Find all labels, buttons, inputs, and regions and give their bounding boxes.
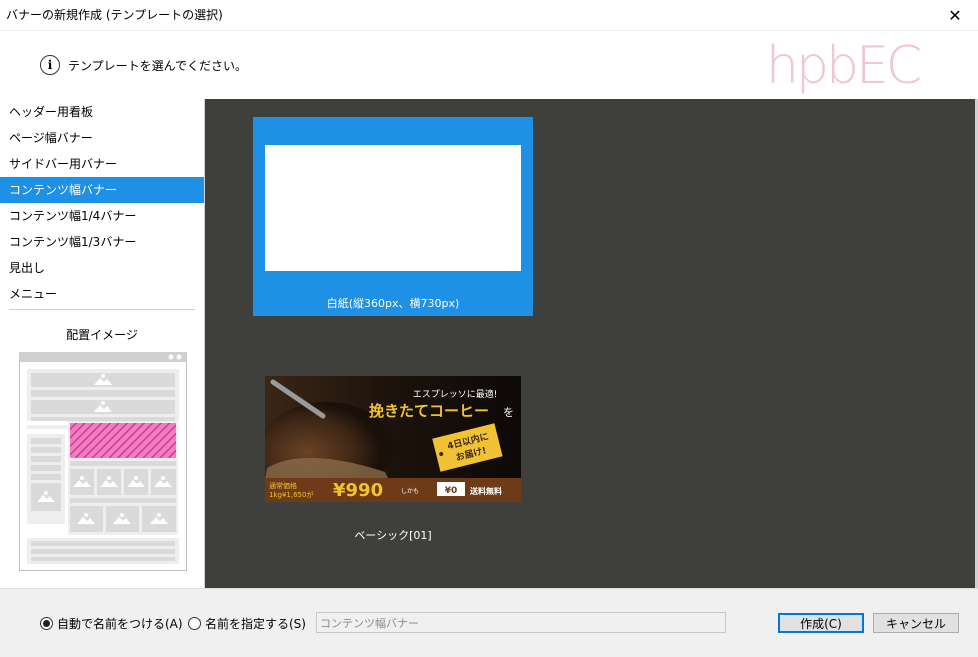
cancel-button[interactable]: キャンセル [873, 613, 959, 633]
category-heading[interactable]: 見出し [0, 255, 204, 281]
svg-text:送料無料: 送料無料 [469, 486, 502, 496]
svg-text:エスプレッソに最適!: エスプレッソに最適! [413, 388, 498, 400]
svg-text:を: を [503, 406, 514, 419]
radio-auto-name-label: 自動で名前をつける(A) [57, 617, 183, 631]
title-bar: バナーの新規作成 (テンプレートの選択) ✕ [0, 0, 978, 30]
hpbec-logo: hpbEC [766, 36, 923, 96]
window-title: バナーの新規作成 (テンプレートの選択) [6, 8, 223, 22]
category-content-width-banner[interactable]: コンテンツ幅バナー [0, 177, 204, 203]
category-header-sign[interactable]: ヘッダー用看板 [0, 99, 204, 125]
instruction-message: テンプレートを選んでください。 [68, 59, 248, 73]
radio-manual-name[interactable]: 名前を指定する(S) [188, 615, 306, 632]
banner-name-input[interactable] [316, 612, 726, 633]
svg-text:通常価格: 通常価格 [269, 481, 297, 490]
svg-text:しかも: しかも [401, 488, 419, 495]
create-button[interactable]: 作成(C) [778, 613, 864, 633]
category-content-quarter-banner[interactable]: コンテンツ幅1/4バナー [0, 203, 204, 229]
svg-text:¥990: ¥990 [333, 480, 383, 501]
svg-text:hpbEC: hpbEC [766, 36, 920, 96]
svg-text:挽きたてコーヒー: 挽きたてコーヒー [369, 402, 489, 420]
svg-text:1kg¥1,650が: 1kg¥1,650が [269, 490, 313, 499]
template-blank-label: 白紙(縦360px、横730px) [326, 297, 460, 310]
svg-text:¥0: ¥0 [445, 486, 458, 496]
radio-auto-name[interactable]: 自動で名前をつける(A) [40, 615, 183, 632]
close-icon[interactable]: ✕ [932, 0, 978, 30]
radio-manual-name-indicator[interactable] [188, 617, 201, 630]
template-basic-01-label: ベーシック[01] [354, 529, 432, 542]
template-blank[interactable]: 白紙(縦360px、横730px) [253, 117, 533, 316]
template-basic-01[interactable]: エスプレッソに最適! 挽きたてコーヒー を 4日以内に お届け! 通常価格 1k… [265, 376, 521, 502]
layout-image-title: 配置イメージ [66, 328, 138, 342]
info-icon: i [40, 55, 60, 75]
template-gallery: 白紙(縦360px、横730px) エスプレッソに最適! 挽きたてコーヒー を … [205, 99, 978, 588]
sidebar-divider [9, 309, 195, 310]
category-sidebar: ヘッダー用看板 ページ幅バナー サイドバー用バナー コンテンツ幅バナー コンテン… [0, 99, 205, 588]
category-menu[interactable]: メニュー [0, 281, 204, 307]
category-sidebar-banner[interactable]: サイドバー用バナー [0, 151, 204, 177]
layout-preview-image [19, 352, 187, 571]
radio-auto-name-indicator[interactable] [40, 617, 53, 630]
category-page-width-banner[interactable]: ページ幅バナー [0, 125, 204, 151]
footer-bar: 自動で名前をつける(A) 名前を指定する(S) 作成(C) キャンセル [0, 588, 978, 657]
header: i テンプレートを選んでください。 hpbEC [0, 30, 978, 99]
radio-manual-name-label: 名前を指定する(S) [205, 617, 306, 631]
category-content-third-banner[interactable]: コンテンツ幅1/3バナー [0, 229, 204, 255]
blank-paper-preview [265, 145, 521, 271]
